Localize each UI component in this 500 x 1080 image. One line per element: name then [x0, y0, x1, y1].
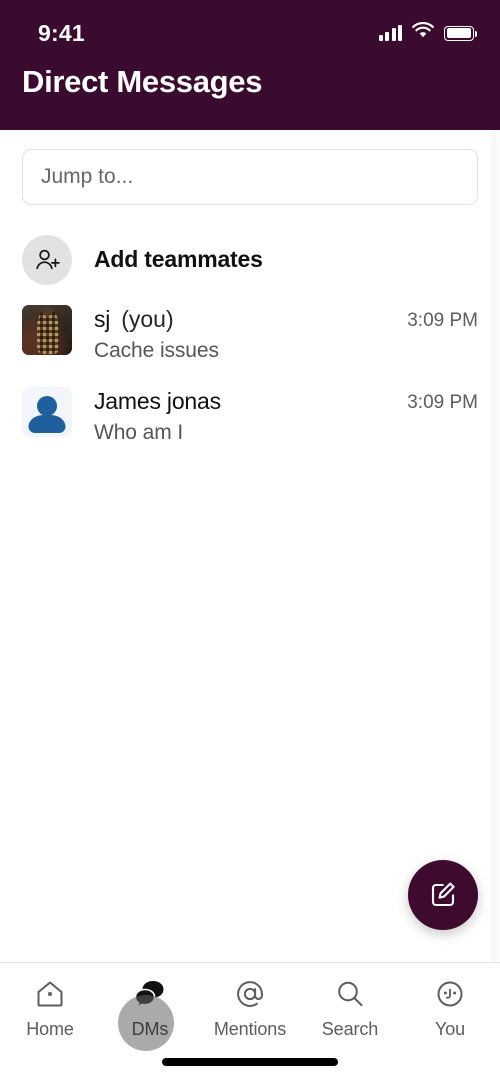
main-content: Add teammates sj (you) Cache issues 3:09… [0, 130, 500, 962]
search-input[interactable] [22, 149, 478, 205]
chat-bubbles-icon [133, 977, 167, 1011]
app-root: 9:41 Direct Messages Jump to... Add team… [0, 0, 500, 1080]
dm-preview: Who am I [94, 421, 184, 444]
home-icon [34, 977, 66, 1011]
status-bar-icons [378, 22, 478, 44]
dm-name-row: sj (you) [94, 306, 385, 333]
person-add-icon [22, 234, 72, 285]
dm-name: sj [94, 306, 111, 332]
wifi-icon [411, 22, 435, 44]
dm-name-suffix: (you) [121, 306, 174, 332]
table-row[interactable]: sj (you) Cache issues 3:09 PM [0, 293, 500, 375]
app-header: 9:41 Direct Messages [0, 0, 500, 130]
dm-text-block: sj (you) Cache issues [94, 305, 385, 363]
status-bar-time: 9:41 [38, 19, 85, 46]
compose-button[interactable] [408, 860, 478, 930]
table-row[interactable]: James jonas Who am I 3:09 PM [0, 375, 500, 457]
tab-search-label: Search [321, 1019, 379, 1039]
bottom-tab-bar: Home DMs Mentions Search You [0, 962, 500, 1080]
page-title: Direct Messages [22, 64, 263, 99]
tab-you[interactable]: You [400, 963, 500, 1040]
dm-preview: Cache issues [94, 339, 219, 362]
search-icon [334, 977, 366, 1011]
tab-dms[interactable]: DMs [100, 963, 200, 1040]
dm-name-row: James jonas [94, 388, 385, 415]
avatar [22, 387, 72, 437]
status-bar: 9:41 [0, 0, 500, 56]
tab-you-label: You [434, 1019, 466, 1039]
dm-text-block: James jonas Who am I [94, 387, 385, 445]
tab-mentions[interactable]: Mentions [200, 963, 300, 1040]
dm-name: James jonas [94, 388, 221, 414]
avatar [22, 305, 72, 355]
tab-home[interactable]: Home [0, 963, 100, 1040]
battery-icon [444, 25, 478, 41]
add-teammates-label: Add teammates [94, 246, 263, 272]
dm-list: sj (you) Cache issues 3:09 PM James jona… [0, 289, 500, 457]
signal-icon [378, 25, 402, 41]
add-teammates-row[interactable]: Add teammates [0, 205, 500, 289]
at-sign-icon [234, 977, 266, 1011]
search-container [0, 130, 500, 205]
home-indicator [162, 1058, 338, 1066]
tab-mentions-label: Mentions [213, 1019, 287, 1039]
compose-icon [428, 879, 458, 912]
face-circle-icon [434, 977, 466, 1011]
tab-dms-label: DMs [131, 1019, 169, 1039]
dm-timestamp: 3:09 PM [407, 392, 478, 413]
tab-home-label: Home [26, 1019, 74, 1039]
dm-timestamp: 3:09 PM [407, 310, 478, 331]
tab-search[interactable]: Search [300, 963, 400, 1040]
